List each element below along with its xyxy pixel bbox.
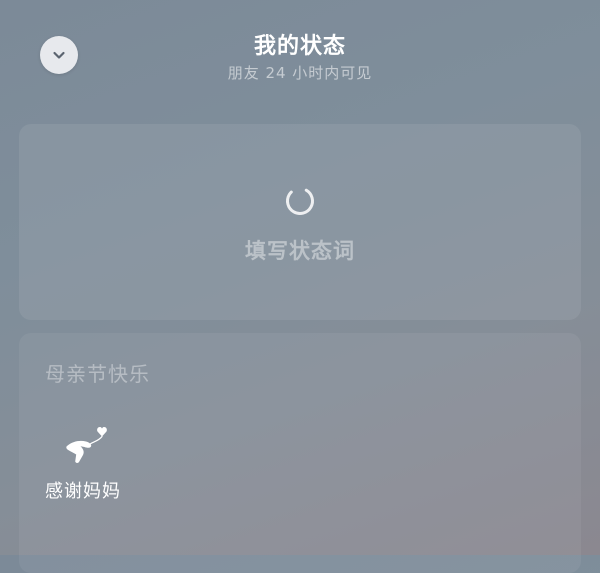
category-title: 母亲节快乐 — [45, 362, 150, 386]
status-option-thank-mom[interactable]: 感谢妈妈 — [40, 420, 140, 510]
status-input-card[interactable] — [19, 124, 581, 320]
heart-balloon-hand-icon — [64, 424, 112, 468]
status-option-label: 感谢妈妈 — [45, 481, 121, 502]
page-title: 我的状态 — [253, 34, 346, 59]
status-input-placeholder: 填写状态词 — [245, 239, 355, 263]
loading-spinner-icon — [284, 185, 316, 217]
visibility-subtitle: 朋友 24 小时内可见 — [227, 64, 373, 82]
